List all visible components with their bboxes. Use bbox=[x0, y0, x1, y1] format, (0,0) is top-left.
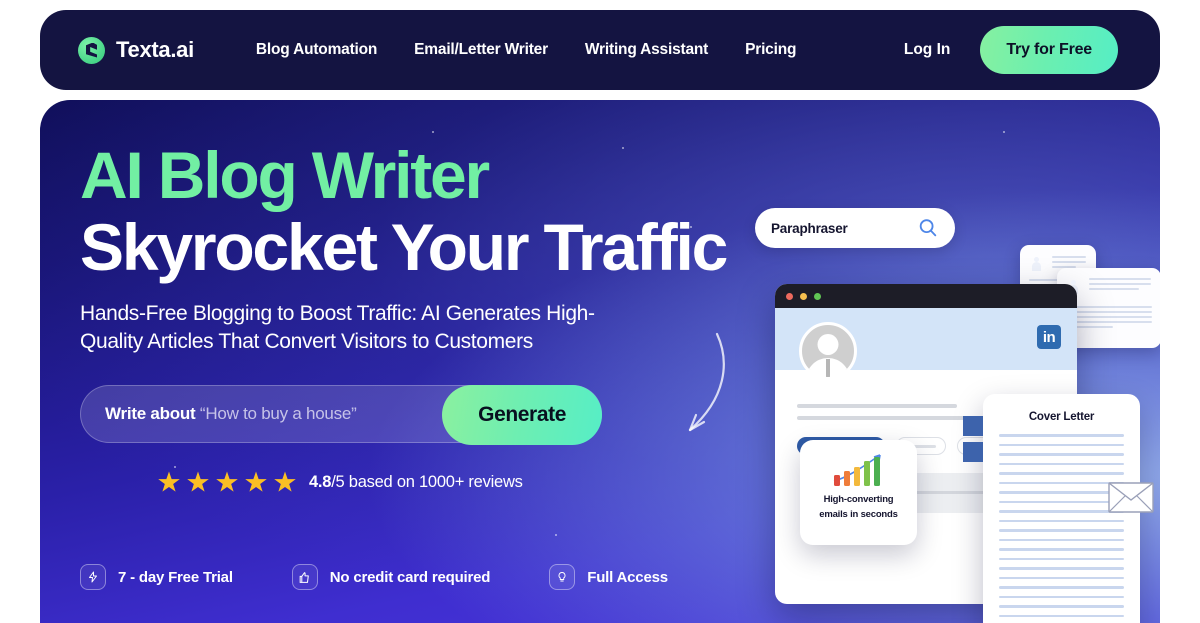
hero-subheading: Hands-Free Blogging to Boost Traffic: AI… bbox=[80, 302, 595, 353]
decorative-square bbox=[963, 416, 983, 436]
thumbs-up-icon bbox=[291, 564, 318, 590]
prompt-label: Write about bbox=[105, 404, 196, 424]
star-icon bbox=[274, 471, 296, 492]
page-title: AI Blog Writer Skyrocket Your Traffic bbox=[80, 142, 740, 280]
minimize-dot-icon bbox=[800, 292, 807, 300]
nav-link-email-letter-writer[interactable]: Email/Letter Writer bbox=[414, 41, 548, 59]
star-icon bbox=[158, 471, 180, 492]
landing-page: Texta.ai Blog Automation Email/Letter Wr… bbox=[0, 0, 1200, 623]
hero-illustration: Paraphraser in Cover Letter High-convert… bbox=[700, 100, 1160, 623]
cover-letter-title: Cover Letter bbox=[1028, 411, 1095, 423]
nav-links: Blog Automation Email/Letter Writer Writ… bbox=[256, 41, 797, 59]
stat-card-caption: High-converting emails in seconds bbox=[819, 493, 898, 522]
close-dot-icon bbox=[786, 292, 793, 300]
paraphraser-search-pill[interactable]: Paraphraser bbox=[755, 208, 955, 248]
nav-link-blog-automation[interactable]: Blog Automation bbox=[256, 41, 377, 59]
hero-section: AI Blog Writer Skyrocket Your Traffic Ha… bbox=[40, 100, 1160, 623]
rating-text: 4.8/5 based on 1000+ reviews bbox=[309, 473, 523, 492]
rating-suffix: /5 based on 1000+ reviews bbox=[331, 472, 523, 491]
feature-label: 7 - day Free Trial bbox=[118, 568, 233, 586]
bar-chart-icon bbox=[833, 454, 881, 486]
stat-caption-line1: High-converting bbox=[823, 494, 894, 505]
lightbulb-icon bbox=[549, 564, 576, 590]
top-navbar: Texta.ai Blog Automation Email/Letter Wr… bbox=[40, 10, 1160, 90]
stat-card: High-converting emails in seconds bbox=[800, 440, 917, 545]
hero-heading-line2: Skyrocket Your Traffic bbox=[80, 210, 728, 284]
feature-label: Full Access bbox=[587, 568, 668, 586]
feature-no-credit-card: No credit card required bbox=[291, 564, 491, 590]
prompt-text: Write about “How to buy a house” bbox=[105, 404, 357, 424]
stat-caption-line2: emails in seconds bbox=[819, 508, 898, 520]
star-icon bbox=[187, 471, 209, 492]
rating-stars bbox=[158, 471, 296, 493]
login-link[interactable]: Log In bbox=[904, 41, 951, 59]
envelope-icon bbox=[1108, 482, 1154, 513]
linkedin-icon: in bbox=[1037, 325, 1061, 349]
feature-badges: 7 - day Free Trial No credit card requir… bbox=[80, 564, 668, 590]
generate-button[interactable]: Generate bbox=[442, 385, 602, 446]
nav-link-writing-assistant[interactable]: Writing Assistant bbox=[585, 41, 708, 59]
text-lines bbox=[1089, 278, 1151, 293]
rating-block: 4.8/5 based on 1000+ reviews bbox=[158, 471, 740, 493]
brand-name: Texta.ai bbox=[116, 37, 194, 62]
brand-logo-link[interactable]: Texta.ai bbox=[78, 36, 194, 64]
rating-score: 4.8 bbox=[309, 472, 332, 491]
hero-heading-line1: AI Blog Writer bbox=[80, 138, 490, 212]
content-line bbox=[797, 404, 957, 408]
star-icon bbox=[216, 471, 238, 492]
browser-title-bar bbox=[775, 284, 1077, 308]
star-icon bbox=[245, 471, 267, 492]
texta-logo-icon bbox=[78, 36, 105, 64]
text-lines bbox=[1066, 306, 1152, 331]
hero-copy: AI Blog Writer Skyrocket Your Traffic Ha… bbox=[80, 142, 740, 493]
decorative-square bbox=[963, 442, 983, 462]
prompt-input-bar[interactable]: Write about “How to buy a house” Generat… bbox=[80, 385, 602, 446]
maximize-dot-icon bbox=[814, 292, 821, 300]
nav-right-actions: Log In Try for Free bbox=[904, 26, 1118, 74]
prompt-value: “How to buy a house” bbox=[199, 404, 357, 424]
search-icon bbox=[919, 219, 937, 237]
lightning-bolt-icon bbox=[80, 564, 106, 590]
feature-free-trial: 7 - day Free Trial bbox=[80, 564, 233, 590]
feature-label: No credit card required bbox=[329, 568, 491, 586]
try-for-free-button[interactable]: Try for Free bbox=[980, 26, 1118, 74]
paraphraser-label: Paraphraser bbox=[771, 220, 848, 236]
feature-full-access: Full Access bbox=[549, 564, 668, 590]
nav-link-pricing[interactable]: Pricing bbox=[745, 41, 796, 59]
